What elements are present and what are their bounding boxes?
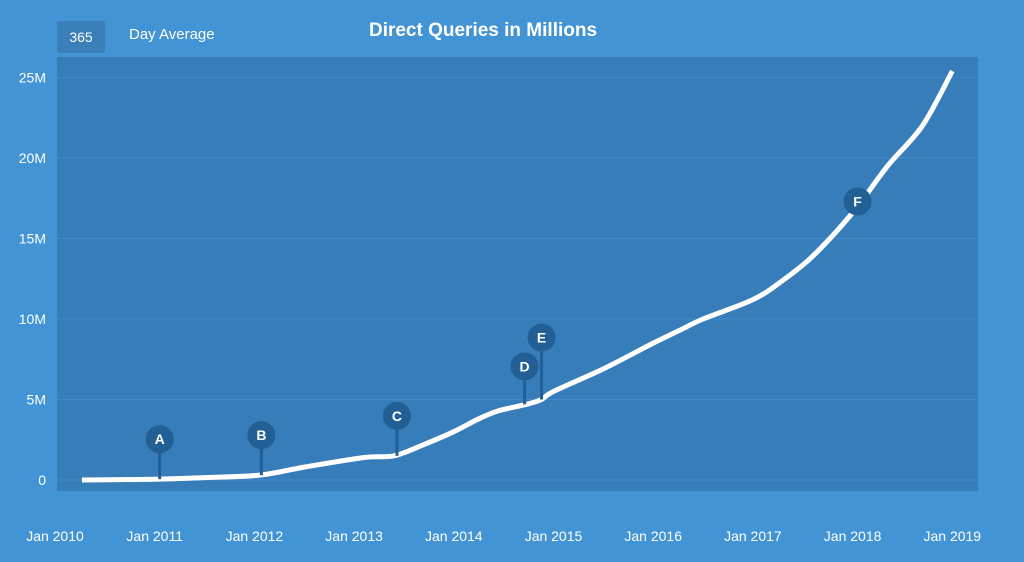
x-tick-label: Jan 2012 (226, 528, 284, 544)
x-tick-label: Jan 2015 (525, 528, 583, 544)
chart: 0 5M 10M 15M 20M 25M Jan 2010 Jan 2011 Jan 2012… (19, 57, 981, 544)
x-tick-label: Jan 2010 (26, 528, 84, 544)
x-tick-label: Jan 2017 (724, 528, 782, 544)
y-tick-label: 10M (19, 311, 46, 327)
x-tick-label: Jan 2019 (923, 528, 981, 544)
annotation-pin-f[interactable]: F (843, 187, 872, 216)
y-tick-label: 15M (19, 231, 46, 247)
y-tick-label: 25M (19, 70, 46, 86)
y-tick-label: 5M (27, 392, 46, 408)
x-tick-label: Jan 2014 (425, 528, 483, 544)
y-tick-label: 20M (19, 150, 46, 166)
pin-label: C (392, 408, 402, 424)
plot-area (57, 57, 978, 491)
pin-label: E (537, 330, 546, 346)
x-tick-label: Jan 2018 (824, 528, 882, 544)
pin-label: A (155, 431, 165, 447)
y-tick-label: 0 (38, 472, 46, 488)
x-axis-ticks: Jan 2010 Jan 2011 Jan 2012 Jan 2013 Jan 2014… (26, 528, 981, 544)
y-axis-ticks: 0 5M 10M 15M 20M 25M (19, 70, 46, 489)
pin-label: D (520, 358, 530, 374)
x-tick-label: Jan 2011 (126, 528, 183, 544)
pin-label: F (853, 193, 862, 209)
x-tick-label: Jan 2013 (325, 528, 383, 544)
x-tick-label: Jan 2016 (624, 528, 682, 544)
pin-label: B (256, 427, 266, 443)
